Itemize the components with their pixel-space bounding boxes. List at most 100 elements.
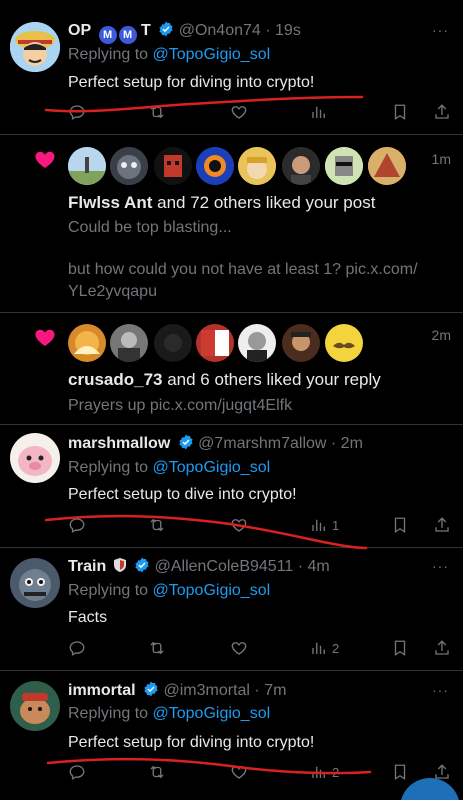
views-button[interactable]: 2 bbox=[310, 761, 339, 783]
timestamp[interactable]: · 7m bbox=[254, 682, 286, 699]
like-button[interactable] bbox=[230, 514, 248, 536]
avatar[interactable] bbox=[68, 147, 106, 185]
avatar[interactable] bbox=[154, 324, 192, 362]
avatar[interactable] bbox=[282, 324, 320, 362]
avatar[interactable] bbox=[10, 681, 60, 731]
actor-name[interactable]: Flwlss Ant bbox=[68, 193, 152, 212]
like-button[interactable] bbox=[230, 761, 248, 783]
retweet-button[interactable] bbox=[148, 637, 166, 659]
retweet-button[interactable] bbox=[148, 101, 166, 123]
handle[interactable]: @On4on74 bbox=[179, 22, 261, 39]
verified-icon bbox=[159, 21, 173, 37]
like-button[interactable] bbox=[230, 101, 248, 123]
avatar[interactable] bbox=[196, 324, 234, 362]
bookmark-button[interactable] bbox=[391, 637, 409, 659]
post-op[interactable]: OP MM T @On4on74 · 19s ··· Replying to @… bbox=[0, 0, 463, 135]
views-button[interactable] bbox=[310, 101, 328, 123]
avatar[interactable] bbox=[68, 324, 106, 362]
avatar[interactable] bbox=[154, 147, 192, 185]
like-button[interactable] bbox=[230, 637, 248, 659]
views-button[interactable]: 2 bbox=[310, 637, 339, 659]
display-name[interactable]: Train bbox=[68, 558, 106, 575]
post-train[interactable]: Train @AllenColeB94511 · 4m ··· Replying… bbox=[0, 548, 463, 671]
display-name[interactable]: marshmallow bbox=[68, 435, 170, 452]
avatar[interactable] bbox=[282, 147, 320, 185]
retweet-button[interactable] bbox=[148, 761, 166, 783]
more-icon[interactable]: ··· bbox=[432, 682, 449, 698]
like-icon bbox=[231, 766, 247, 779]
quoted-line-2: but how could you not have at least 1? p… bbox=[68, 261, 418, 278]
bookmark-button[interactable] bbox=[391, 101, 409, 123]
avatar[interactable] bbox=[10, 433, 60, 483]
quoted-line-1: Could be top blasting... bbox=[68, 219, 232, 236]
replying-handle[interactable]: @TopoGigio_sol bbox=[153, 582, 271, 599]
post-text: Perfect setup for diving into crypto! bbox=[68, 74, 315, 91]
avatar[interactable] bbox=[10, 558, 60, 608]
replying-handle[interactable]: @TopoGigio_sol bbox=[153, 46, 271, 63]
display-name[interactable]: OP bbox=[68, 22, 91, 39]
replying-label: Replying to bbox=[68, 705, 153, 722]
timestamp[interactable]: · 19s bbox=[265, 22, 301, 39]
views-icon bbox=[312, 766, 325, 778]
avatar[interactable] bbox=[238, 324, 276, 362]
more-icon[interactable]: ··· bbox=[432, 22, 449, 38]
avatar[interactable] bbox=[110, 324, 148, 362]
replying-to: Replying to @TopoGigio_sol bbox=[68, 44, 270, 66]
avatar[interactable] bbox=[238, 147, 276, 185]
post-immortal[interactable]: immortal @im3mortal · 7m ··· Replying to… bbox=[0, 671, 463, 800]
action-bar: 1 bbox=[0, 514, 463, 538]
replying-handle[interactable]: @TopoGigio_sol bbox=[153, 705, 271, 722]
reply-icon bbox=[69, 641, 85, 656]
notification-summary: Flwlss Ant and 72 others liked your post bbox=[68, 192, 375, 214]
avatar[interactable] bbox=[325, 324, 363, 362]
reply-button[interactable] bbox=[68, 637, 86, 659]
replying-handle[interactable]: @TopoGigio_sol bbox=[153, 459, 271, 476]
reply-button[interactable] bbox=[68, 514, 86, 536]
views-count: 2 bbox=[332, 764, 340, 780]
reply-icon bbox=[69, 105, 85, 120]
action-bar: 2 bbox=[0, 761, 463, 785]
action-bar: 2 bbox=[0, 637, 463, 661]
reply-button[interactable] bbox=[68, 761, 86, 783]
replying-label: Replying to bbox=[68, 459, 153, 476]
verified-icon bbox=[179, 434, 193, 450]
handle[interactable]: @im3mortal bbox=[163, 682, 249, 699]
avatar[interactable] bbox=[110, 147, 148, 185]
post-marshmallow[interactable]: marshmallow @7marshm7allow · 2m Replying… bbox=[0, 425, 463, 548]
badge-m1: M bbox=[98, 26, 117, 44]
share-button[interactable] bbox=[433, 514, 451, 536]
share-button[interactable] bbox=[433, 637, 451, 659]
timestamp[interactable]: · 2m bbox=[331, 435, 363, 452]
bookmark-button[interactable] bbox=[391, 761, 409, 783]
post-header: Train @AllenColeB94511 · 4m bbox=[68, 556, 330, 578]
notification-action: and 6 others liked your reply bbox=[162, 370, 381, 389]
notification-liked-reply[interactable]: 2m crusado_73 and 6 others liked your re… bbox=[0, 313, 463, 425]
handle[interactable]: @AllenColeB94511 bbox=[155, 558, 294, 575]
avatar[interactable] bbox=[10, 22, 60, 72]
bookmark-button[interactable] bbox=[391, 514, 409, 536]
avatar[interactable] bbox=[196, 147, 234, 185]
share-icon bbox=[435, 640, 449, 655]
views-icon bbox=[312, 519, 325, 531]
bookmark-icon bbox=[394, 517, 406, 534]
actor-name[interactable]: crusado_73 bbox=[68, 370, 163, 389]
share-button[interactable] bbox=[433, 101, 451, 123]
like-icon bbox=[231, 519, 247, 532]
post-text: Perfect setup to dive into crypto! bbox=[68, 486, 297, 503]
like-icon bbox=[231, 642, 247, 655]
quoted-line-3: YLe2yvqapu bbox=[68, 283, 157, 300]
handle[interactable]: @7marshm7allow bbox=[198, 435, 326, 452]
share-icon bbox=[435, 104, 449, 119]
bookmark-icon bbox=[394, 764, 406, 781]
display-name[interactable]: immortal bbox=[68, 682, 136, 699]
avatar[interactable] bbox=[325, 147, 363, 185]
retweet-button[interactable] bbox=[148, 514, 166, 536]
notification-summary: crusado_73 and 6 others liked your reply bbox=[68, 369, 381, 391]
reply-button[interactable] bbox=[68, 101, 86, 123]
notification-liked-post[interactable]: 1m Flwlss Ant and 72 others liked your p… bbox=[0, 135, 463, 313]
timestamp[interactable]: · 4m bbox=[298, 558, 330, 575]
more-icon[interactable]: ··· bbox=[432, 558, 449, 574]
timestamp: 2m bbox=[431, 327, 451, 343]
avatar[interactable] bbox=[368, 147, 406, 185]
views-button[interactable]: 1 bbox=[310, 514, 339, 536]
